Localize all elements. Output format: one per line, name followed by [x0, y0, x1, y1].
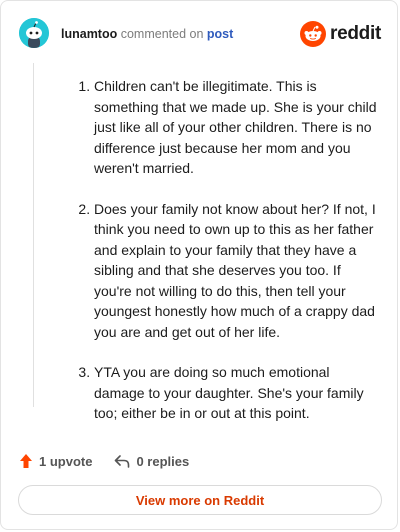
- username-link[interactable]: lunamtoo: [61, 27, 117, 41]
- comment-actions: 1 upvote 0 replies: [19, 451, 189, 471]
- post-link[interactable]: post: [207, 27, 233, 41]
- list-item: Children can't be illegitimate. This is …: [94, 76, 377, 179]
- view-more-button[interactable]: View more on Reddit: [18, 485, 382, 515]
- upvote-count: 1 upvote: [39, 453, 93, 469]
- comment-card: lunamtoo commented on post reddit Childr…: [0, 0, 398, 530]
- list-item: Does your family not know about her? If …: [94, 199, 377, 343]
- replies-button[interactable]: 0 replies: [114, 454, 189, 469]
- commented-on-text: commented on: [120, 27, 204, 41]
- comment-meta: lunamtoo commented on post: [61, 26, 233, 42]
- reddit-wordmark: reddit: [330, 23, 381, 44]
- reddit-logo-icon: [300, 21, 327, 47]
- snoo-avatar-icon[interactable]: [19, 18, 49, 48]
- replies-count: 0 replies: [136, 453, 190, 469]
- comment-list: Children can't be illegitimate. This is …: [57, 76, 377, 424]
- reddit-logo[interactable]: reddit: [300, 21, 381, 47]
- upvote-arrow-icon: [20, 454, 32, 468]
- thread-line: [33, 63, 34, 407]
- upvote-button[interactable]: 1 upvote: [19, 453, 92, 469]
- list-item: YTA you are doing so much emotional dama…: [94, 362, 377, 424]
- comment-header: lunamtoo commented on post reddit: [19, 18, 381, 52]
- reply-arrow-icon: [115, 455, 130, 468]
- comment-body: Children can't be illegitimate. This is …: [57, 76, 377, 444]
